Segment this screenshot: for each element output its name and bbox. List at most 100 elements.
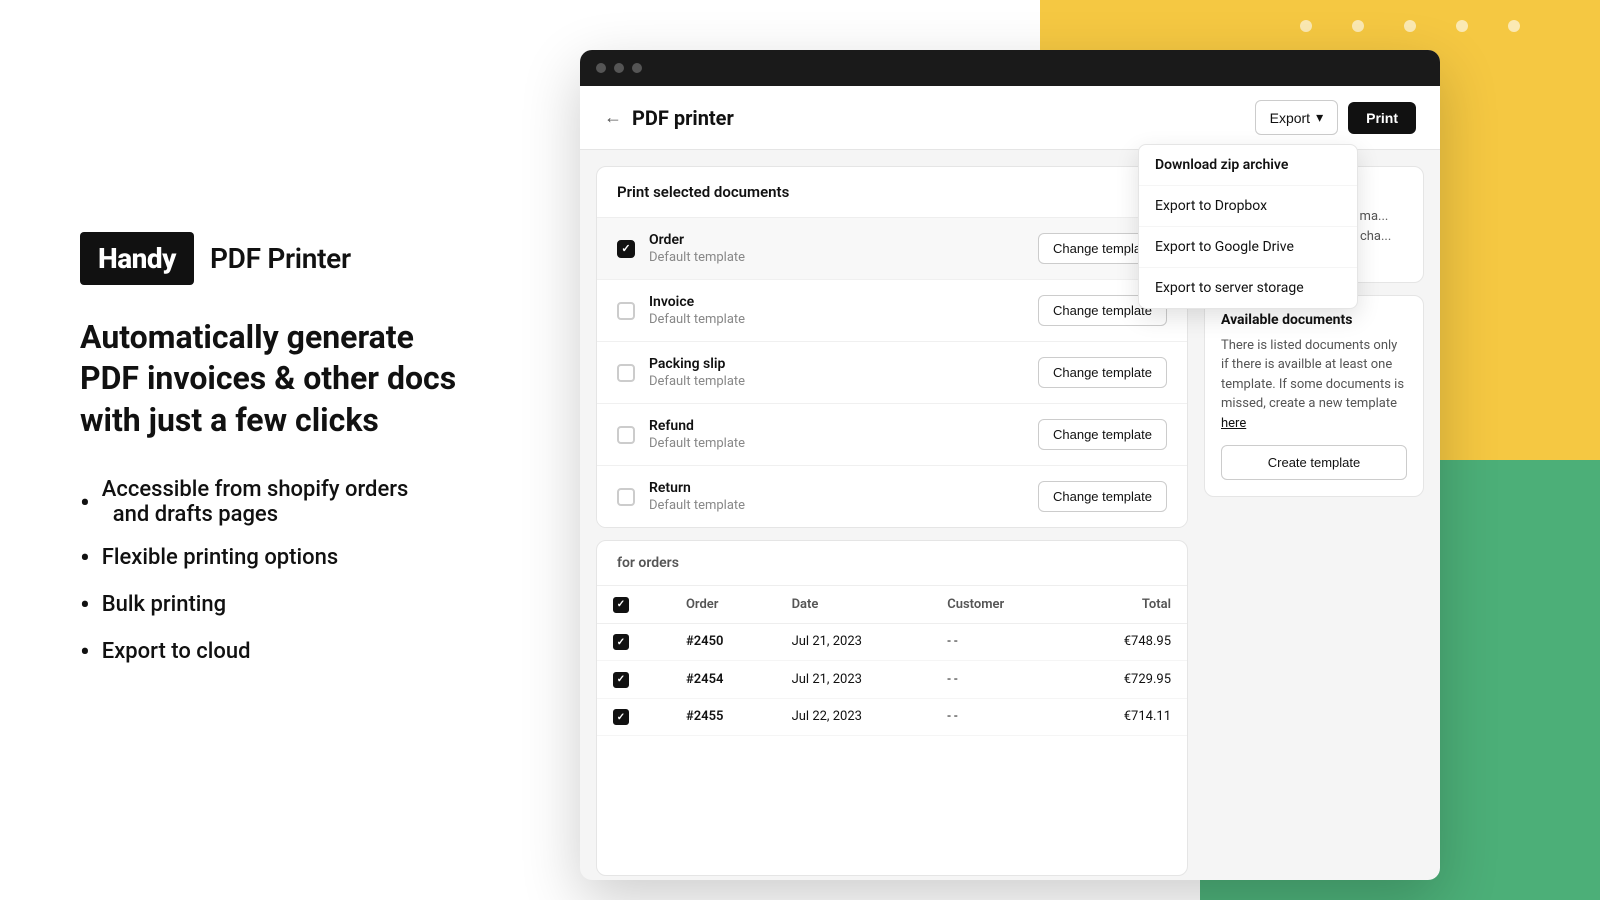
order-template: Default template (649, 250, 1038, 265)
packing-slip-change-template-button[interactable]: Change template (1038, 357, 1167, 388)
left-panel: Handy PDF Printer Automatically generate… (0, 0, 570, 900)
return-template: Default template (649, 498, 1038, 513)
refund-checkbox[interactable] (617, 426, 635, 444)
refund-template: Default template (649, 436, 1038, 451)
back-button[interactable]: ← (604, 107, 622, 128)
order-name: Order (649, 232, 1038, 248)
bullet-4: Export to cloud (80, 635, 510, 668)
order-number-2454: #2454 (670, 661, 776, 699)
right-panel: ← PDF printer Export ▾ Print Download zi… (570, 0, 1600, 900)
row-checkbox-cell (597, 698, 670, 736)
invoice-info: Invoice Default template (649, 294, 1038, 327)
feature-list: Accessible from shopify orders and draft… (80, 477, 510, 668)
available-docs-card: Available documents There is listed docu… (1204, 295, 1424, 498)
bullet-3: Bulk printing (80, 588, 510, 621)
order-date-2450: Jul 21, 2023 (776, 623, 932, 661)
browser-window: ← PDF printer Export ▾ Print Download zi… (580, 50, 1440, 880)
packing-slip-template: Default template (649, 374, 1038, 389)
deco-dot-4 (1456, 20, 1468, 32)
doc-row-return: Return Default template Change template (597, 466, 1187, 527)
print-button[interactable]: Print (1348, 102, 1416, 134)
main-content: Print selected documents Order Default t… (596, 166, 1188, 876)
browser-titlebar (580, 50, 1440, 86)
here-link[interactable]: here (1221, 416, 1246, 431)
row-checkbox-2454[interactable] (613, 672, 629, 688)
dropdown-item-gdrive[interactable]: Export to Google Drive (1139, 227, 1357, 268)
orders-section-header: for orders (597, 541, 1187, 586)
return-info: Return Default template (649, 480, 1038, 513)
create-template-button[interactable]: Create template (1221, 445, 1407, 480)
order-customer-2455: - - (931, 698, 1066, 736)
order-number-2455: #2455 (670, 698, 776, 736)
documents-card-header: Print selected documents (597, 167, 1187, 218)
col-header-customer: Customer (931, 586, 1066, 623)
doc-row-order: Order Default template Change template (597, 218, 1187, 280)
refund-change-template-button[interactable]: Change template (1038, 419, 1167, 450)
row-checkbox-cell (597, 623, 670, 661)
deco-dot-1 (1300, 20, 1312, 32)
table-row: #2450 Jul 21, 2023 - - €748.95 (597, 623, 1187, 661)
invoice-checkbox[interactable] (617, 302, 635, 320)
logo-container: Handy PDF Printer (80, 232, 510, 285)
decorative-dots (1300, 20, 1520, 32)
chevron-down-icon: ▾ (1316, 109, 1323, 126)
dropdown-item-server[interactable]: Export to server storage (1139, 268, 1357, 308)
row-checkbox-2455[interactable] (613, 709, 629, 725)
export-label: Export (1270, 110, 1310, 126)
order-total-2455: €714.11 (1066, 698, 1187, 736)
order-info: Order Default template (649, 232, 1038, 265)
order-checkbox[interactable] (617, 240, 635, 258)
order-customer-2450: - - (931, 623, 1066, 661)
col-header-order: Order (670, 586, 776, 623)
app-header: ← PDF printer Export ▾ Print Download zi… (580, 86, 1440, 150)
col-header-date: Date (776, 586, 932, 623)
deco-dot-2 (1352, 20, 1364, 32)
select-all-checkbox[interactable] (613, 597, 629, 613)
bullet-2: Flexible printing options (80, 541, 510, 574)
order-number-2450: #2450 (670, 623, 776, 661)
browser-dot-1 (596, 63, 606, 73)
col-header-checkbox (597, 586, 670, 623)
header-left: ← PDF printer (604, 106, 734, 130)
headline: Automatically generatePDF invoices & oth… (80, 317, 510, 442)
table-row: #2454 Jul 21, 2023 - - €729.95 (597, 661, 1187, 699)
invoice-name: Invoice (649, 294, 1038, 310)
browser-dot-2 (614, 63, 624, 73)
doc-row-refund: Refund Default template Change template (597, 404, 1187, 466)
order-total-2454: €729.95 (1066, 661, 1187, 699)
orders-card: for orders Order Date Customer Total (596, 540, 1188, 876)
header-actions: Export ▾ Print Download zip archive Expo… (1255, 100, 1416, 135)
order-total-2450: €748.95 (1066, 623, 1187, 661)
export-button[interactable]: Export ▾ (1255, 100, 1339, 135)
col-header-total: Total (1066, 586, 1187, 623)
invoice-template: Default template (649, 312, 1038, 327)
available-docs-title: Available documents (1221, 312, 1407, 328)
table-row: #2455 Jul 22, 2023 - - €714.11 (597, 698, 1187, 736)
packing-slip-name: Packing slip (649, 356, 1038, 372)
order-date-2454: Jul 21, 2023 (776, 661, 932, 699)
row-checkbox-2450[interactable] (613, 634, 629, 650)
dropdown-item-zip[interactable]: Download zip archive (1139, 145, 1357, 186)
order-date-2455: Jul 22, 2023 (776, 698, 932, 736)
orders-table: Order Date Customer Total # (597, 586, 1187, 736)
row-checkbox-cell (597, 661, 670, 699)
return-change-template-button[interactable]: Change template (1038, 481, 1167, 512)
bullet-1: Accessible from shopify orders and draft… (80, 477, 510, 527)
export-dropdown: Download zip archive Export to Dropbox E… (1138, 144, 1358, 309)
deco-dot-5 (1508, 20, 1520, 32)
doc-row-packing-slip: Packing slip Default template Change tem… (597, 342, 1187, 404)
documents-card: Print selected documents Order Default t… (596, 166, 1188, 528)
order-customer-2454: - - (931, 661, 1066, 699)
dropdown-item-dropbox[interactable]: Export to Dropbox (1139, 186, 1357, 227)
doc-row-invoice: Invoice Default template Change template (597, 280, 1187, 342)
deco-dot-3 (1404, 20, 1416, 32)
packing-slip-info: Packing slip Default template (649, 356, 1038, 389)
available-docs-description: There is listed documents only if there … (1221, 336, 1407, 434)
logo-brand: Handy (80, 232, 194, 285)
logo-product: PDF Printer (210, 242, 351, 275)
packing-slip-checkbox[interactable] (617, 364, 635, 382)
refund-info: Refund Default template (649, 418, 1038, 451)
return-checkbox[interactable] (617, 488, 635, 506)
refund-name: Refund (649, 418, 1038, 434)
browser-dot-3 (632, 63, 642, 73)
